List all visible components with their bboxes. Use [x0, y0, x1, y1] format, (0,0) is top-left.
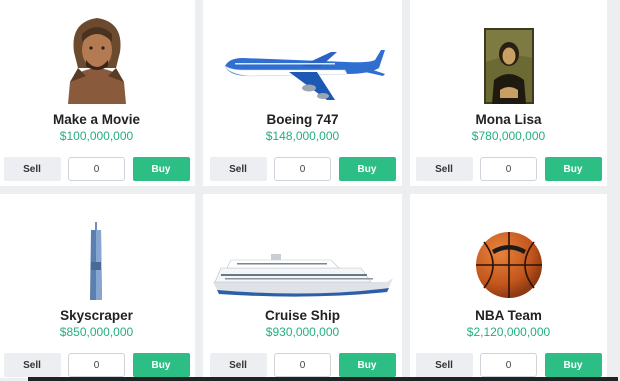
trade-controls: Sell Buy	[209, 157, 396, 181]
product-card: Boeing 747 $148,000,000 Sell Buy	[203, 0, 402, 186]
product-name: Skyscraper	[60, 308, 133, 323]
sell-button[interactable]: Sell	[415, 157, 473, 181]
quantity-input[interactable]	[68, 157, 125, 181]
product-card: Skyscraper $850,000,000 Sell Buy	[0, 194, 195, 378]
buy-button[interactable]: Buy	[544, 353, 602, 377]
product-price: $930,000,000	[265, 325, 340, 339]
product-name: Boeing 747	[266, 112, 339, 127]
basketball-icon	[474, 208, 544, 300]
product-name: Make a Movie	[52, 112, 141, 127]
buy-button[interactable]: Buy	[338, 353, 396, 377]
trade-controls: Sell Buy	[415, 157, 602, 181]
trade-controls: Sell Buy	[209, 353, 396, 377]
sell-button[interactable]: Sell	[209, 353, 267, 377]
trade-controls: Sell Buy	[3, 157, 190, 181]
buy-button[interactable]: Buy	[132, 353, 190, 377]
quantity-input[interactable]	[274, 157, 331, 181]
quantity-input[interactable]	[480, 353, 537, 377]
actor-portrait-icon	[55, 8, 138, 104]
trade-controls: Sell Buy	[3, 353, 190, 377]
product-card: Make a Movie $100,000,000 Sell Buy	[0, 0, 195, 186]
product-price: $100,000,000	[59, 129, 134, 143]
quantity-input[interactable]	[274, 353, 331, 377]
product-card: NBA Team $2,120,000,000 Sell Buy	[410, 194, 607, 378]
product-card: Cruise Ship $930,000,000 Sell Buy	[203, 194, 402, 378]
product-price: $2,120,000,000	[466, 325, 551, 339]
product-card: Mona Lisa $780,000,000 Sell Buy	[410, 0, 607, 186]
sell-button[interactable]: Sell	[415, 353, 473, 377]
buy-button[interactable]: Buy	[544, 157, 602, 181]
product-name: NBA Team	[475, 308, 542, 323]
sell-button[interactable]: Sell	[209, 157, 267, 181]
quantity-input[interactable]	[480, 157, 537, 181]
product-price: $780,000,000	[471, 129, 546, 143]
bottom-divider	[28, 377, 618, 381]
buy-button[interactable]: Buy	[132, 157, 190, 181]
cruise-ship-icon	[211, 208, 395, 300]
product-name: Mona Lisa	[475, 112, 542, 127]
product-grid: Make a Movie $100,000,000 Sell Buy Boein…	[0, 0, 618, 381]
product-name: Cruise Ship	[264, 308, 340, 323]
trade-controls: Sell Buy	[415, 353, 602, 377]
buy-button[interactable]: Buy	[338, 157, 396, 181]
quantity-input[interactable]	[68, 353, 125, 377]
product-price: $850,000,000	[59, 325, 134, 339]
sell-button[interactable]: Sell	[3, 157, 61, 181]
airplane-icon	[219, 8, 387, 104]
product-price: $148,000,000	[265, 129, 340, 143]
skyscraper-icon	[85, 208, 109, 300]
sell-button[interactable]: Sell	[3, 353, 61, 377]
painting-icon	[483, 8, 534, 104]
